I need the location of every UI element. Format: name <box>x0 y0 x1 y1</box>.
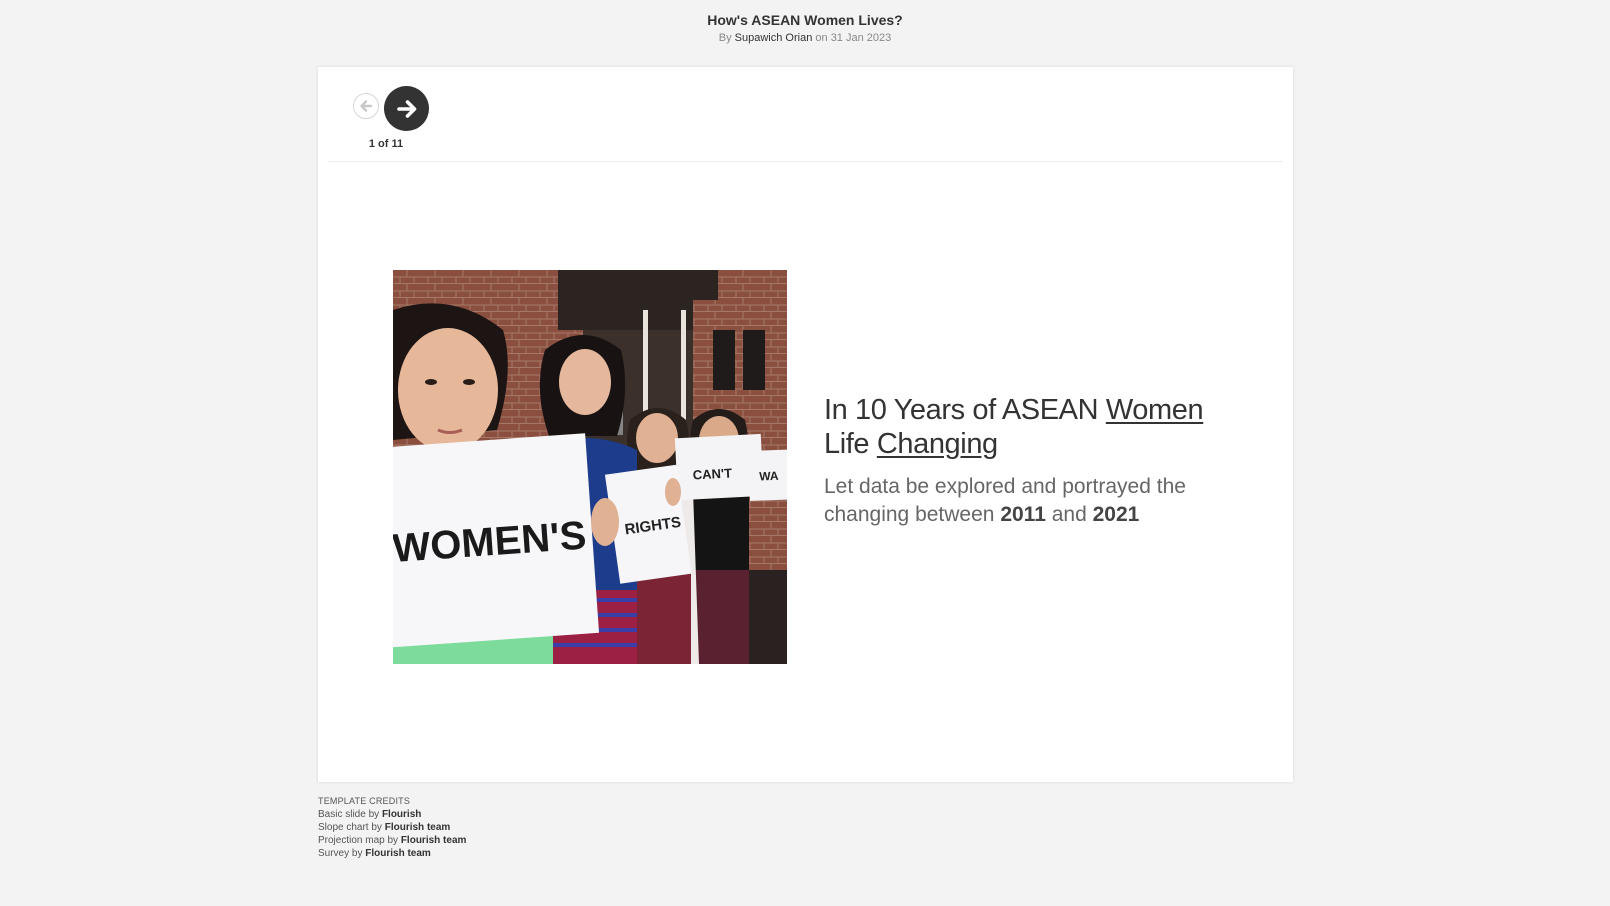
credit-name: Basic slide <box>318 809 366 820</box>
credit-by: by <box>387 835 399 846</box>
protest-photo-illustration: CAN'T WA RIGHTS WOMEN'S <box>393 270 787 664</box>
credit-author-link[interactable]: Flourish <box>382 809 421 820</box>
credit-by: by <box>368 809 380 820</box>
slide-navigation: 1 of 11 <box>328 67 1283 162</box>
author-name: Supawich Orian <box>734 32 813 44</box>
arrow-right-icon <box>396 99 416 118</box>
credit-name: Survey <box>318 848 350 859</box>
credit-by: by <box>371 822 382 833</box>
story-card: 1 of 11 CAN'T WA RIGHTS WOMEN'S In 10 Ye… <box>318 67 1293 782</box>
byline: By Supawich Orian on 31 Jan 2023 <box>0 31 1610 45</box>
next-slide-button[interactable] <box>384 86 429 131</box>
credits-title: TEMPLATE CREDITS <box>318 796 411 806</box>
heading-link-changing[interactable]: Changing <box>877 428 998 460</box>
slide-heading: In 10 Years of ASEAN Women Life Changing <box>824 393 1244 461</box>
sign-text-wa: WA <box>759 469 779 484</box>
credit-author-link[interactable]: Flourish team <box>365 848 431 859</box>
publish-date: 31 Jan 2023 <box>830 32 892 44</box>
subtitle-year-start: 2011 <box>1000 503 1046 526</box>
subtitle-part-2: and <box>1045 503 1093 526</box>
heading-link-women[interactable]: Women <box>1106 394 1204 426</box>
page-header: How's ASEAN Women Lives? By Supawich Ori… <box>0 0 1610 66</box>
credit-item: Basic slide by Flourish <box>318 808 466 821</box>
credit-name: Slope chart <box>318 822 369 833</box>
subtitle-year-end: 2021 <box>1092 503 1140 526</box>
credit-author-link[interactable]: Flourish team <box>401 835 467 846</box>
credit-item: Slope chart by Flourish team <box>318 821 466 834</box>
credit-author-link[interactable]: Flourish team <box>385 822 451 833</box>
slide-counter: 1 of 11 <box>368 138 404 150</box>
slide-photo: CAN'T WA RIGHTS WOMEN'S <box>393 270 787 664</box>
credit-name: Projection map <box>318 835 385 846</box>
credit-by: by <box>351 848 363 859</box>
credit-item: Projection map by Flourish team <box>318 834 466 847</box>
slide-text: In 10 Years of ASEAN Women Life Changing… <box>824 393 1244 529</box>
sign-text-cant: CAN'T <box>692 465 732 482</box>
arrow-left-icon <box>360 100 373 112</box>
heading-part-1: In 10 Years of ASEAN <box>824 394 1106 426</box>
credit-item: Survey by Flourish team <box>318 847 466 860</box>
heading-part-2: Life <box>824 428 877 460</box>
previous-slide-button[interactable] <box>353 93 379 119</box>
page-title: How's ASEAN Women Lives? <box>707 12 903 28</box>
slide-subtitle: Let data be explored and portrayed the c… <box>824 473 1244 529</box>
byline-on: on <box>815 32 828 44</box>
byline-by: By <box>718 32 732 44</box>
template-credits: TEMPLATE CREDITS Basic slide by Flourish… <box>318 795 466 860</box>
